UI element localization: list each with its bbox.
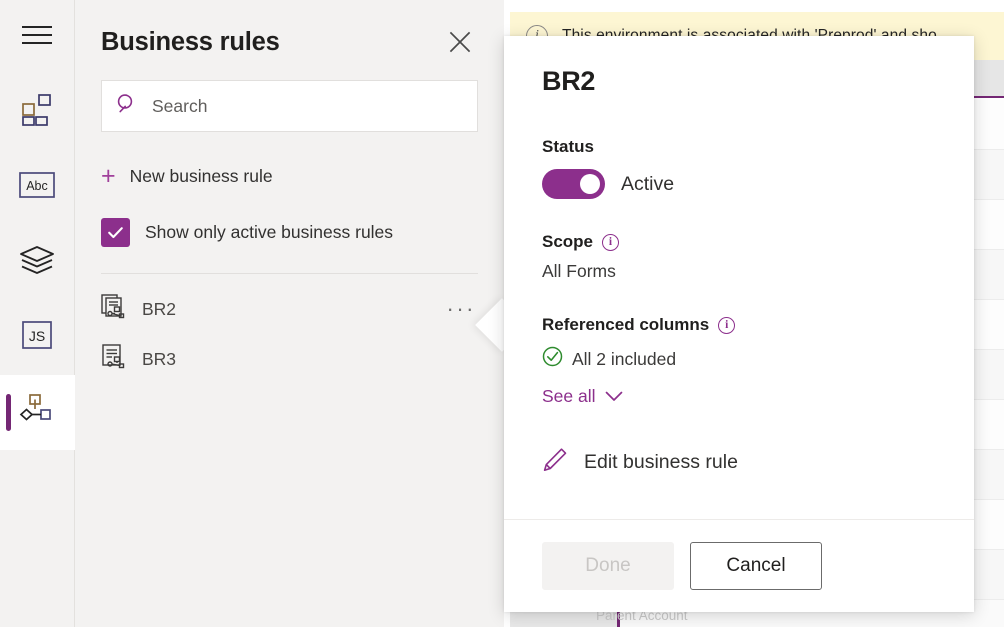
search-input[interactable] xyxy=(150,95,463,118)
callout-footer: Done Cancel xyxy=(504,519,974,612)
show-only-active-checkbox[interactable]: Show only active business rules xyxy=(101,212,478,252)
list-item[interactable]: BR3 xyxy=(101,334,492,384)
panel-divider xyxy=(101,273,478,274)
rail-item-menu[interactable] xyxy=(0,0,75,75)
referenced-columns-label-text: Referenced columns xyxy=(542,315,709,335)
check-circle-icon xyxy=(542,346,563,372)
edit-business-rule-label: Edit business rule xyxy=(584,451,738,474)
checkbox-checked-icon xyxy=(101,218,130,247)
layers-icon xyxy=(19,245,55,280)
business-rule-icon xyxy=(101,344,127,375)
info-icon[interactable]: i xyxy=(602,234,619,251)
new-business-rule-label: New business rule xyxy=(130,166,273,187)
business-rule-detail-callout: BR2 Status Active Scope i All Forms Refe… xyxy=(504,36,974,612)
see-all-label: See all xyxy=(542,386,596,407)
js-script-icon: JS xyxy=(22,321,52,354)
rail-item-tables[interactable] xyxy=(0,225,75,300)
pencil-edit-icon xyxy=(542,447,568,478)
status-toggle[interactable] xyxy=(542,169,605,199)
rule-name: BR2 xyxy=(142,299,176,320)
list-item[interactable]: BR2 ··· xyxy=(101,284,492,334)
scope-label-text: Scope xyxy=(542,232,593,252)
svg-text:Abc: Abc xyxy=(26,179,48,193)
status-toggle-value: Active xyxy=(621,173,674,196)
rail-item-scripts[interactable]: JS xyxy=(0,300,75,375)
included-text: All 2 included xyxy=(572,349,676,370)
rail-item-apps[interactable] xyxy=(0,75,75,150)
referenced-columns-section-label: Referenced columns i xyxy=(542,315,936,335)
callout-title: BR2 xyxy=(542,66,936,97)
svg-text:JS: JS xyxy=(29,328,45,344)
apps-icon xyxy=(21,94,53,131)
search-icon xyxy=(116,93,138,120)
business-rules-panel: Business rules + New busi xyxy=(75,0,504,627)
chevron-down-icon xyxy=(605,386,623,407)
app-root: Parent Account i This environment is ass… xyxy=(0,0,1004,627)
see-all-button[interactable]: See all xyxy=(542,386,623,407)
rail-item-choices[interactable]: Abc xyxy=(0,150,75,225)
callout-body: BR2 Status Active Scope i All Forms Refe… xyxy=(504,36,974,519)
info-icon[interactable]: i xyxy=(718,317,735,334)
status-label-text: Status xyxy=(542,137,594,157)
left-icon-rail: Abc JS xyxy=(0,0,75,627)
scope-value: All Forms xyxy=(542,261,936,282)
rule-context-menu-button[interactable]: ··· xyxy=(447,298,476,320)
toggle-knob xyxy=(580,174,600,194)
scope-section-label: Scope i xyxy=(542,232,936,252)
business-rules-list: BR2 ··· xyxy=(75,284,504,384)
abc-text-icon: Abc xyxy=(19,172,55,203)
referenced-columns-status: All 2 included xyxy=(542,346,936,372)
cancel-button[interactable]: Cancel xyxy=(690,542,822,590)
business-rule-icon xyxy=(101,294,127,325)
close-icon xyxy=(448,30,472,54)
page-title: Business rules xyxy=(101,28,280,57)
panel-header: Business rules xyxy=(75,0,504,58)
rail-item-business-rules[interactable] xyxy=(0,375,75,450)
done-button[interactable]: Done xyxy=(542,542,674,590)
business-rules-flow-icon xyxy=(19,393,55,432)
status-section-label: Status xyxy=(542,137,936,157)
show-only-active-label: Show only active business rules xyxy=(145,222,393,243)
rule-name: BR3 xyxy=(142,349,176,370)
edit-business-rule-button[interactable]: Edit business rule xyxy=(542,447,936,478)
status-toggle-row: Active xyxy=(542,169,936,199)
plus-icon: + xyxy=(101,164,116,189)
new-business-rule-button[interactable]: + New business rule xyxy=(101,156,478,196)
search-box[interactable] xyxy=(101,80,478,132)
hamburger-menu-icon xyxy=(22,24,52,51)
close-panel-button[interactable] xyxy=(444,26,476,58)
